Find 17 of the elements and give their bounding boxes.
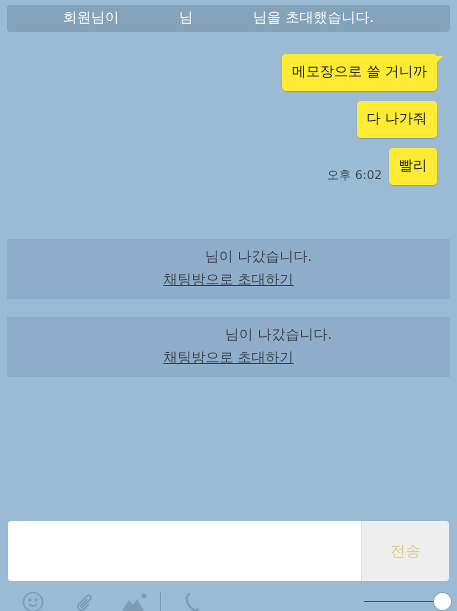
notice-text: 님을 초대했습니다. [253, 9, 374, 28]
image-icon[interactable] [122, 592, 148, 610]
message-time: 오후 6:02 [327, 167, 382, 184]
message-bubble: 다 나가줘 [356, 101, 437, 138]
invite-link[interactable]: 채팅방으로 초대하기 [163, 270, 294, 291]
notice-text: 님 [179, 9, 193, 28]
paperclip-icon[interactable] [74, 592, 94, 611]
message-bubble: 빨리 [389, 148, 437, 185]
opacity-slider[interactable] [364, 592, 452, 611]
emoji-icon[interactable] [22, 590, 44, 611]
bubble-tail [435, 56, 443, 64]
notice-text: 님이 나갔습니다. [225, 326, 332, 345]
message-input[interactable] [8, 521, 361, 581]
slider-thumb[interactable] [433, 592, 452, 611]
notice-text: 회원님이 [63, 9, 119, 28]
invite-link[interactable]: 채팅방으로 초대하기 [163, 348, 294, 369]
notice-text: 님이 나갔습니다. [205, 248, 312, 267]
